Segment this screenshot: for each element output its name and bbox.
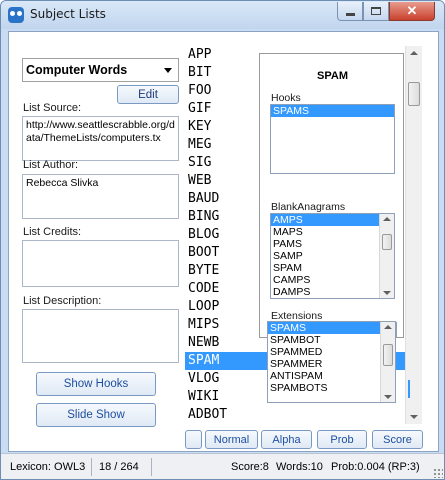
word-info-panel: SPAM Hooks SPAMS BlankAnagrams AMPS MAPS… xyxy=(259,53,404,338)
list-item[interactable]: MAPS xyxy=(271,226,394,238)
list-item[interactable]: AMPS xyxy=(271,214,394,226)
title-bar[interactable]: Subject Lists ✕ xyxy=(1,1,444,29)
extensions-scrollbar[interactable] xyxy=(380,322,395,402)
status-bar: Lexicon: OWL3 18 / 264 Score:8 Words:10 … xyxy=(1,453,444,479)
close-button[interactable]: ✕ xyxy=(389,2,435,21)
list-item[interactable]: SPAMS xyxy=(268,322,395,334)
scroll-thumb[interactable] xyxy=(382,234,392,250)
scroll-down-icon[interactable] xyxy=(384,395,392,399)
selection-marker xyxy=(408,380,410,398)
list-item[interactable]: SAMP xyxy=(271,250,394,262)
word-list-scrollbar[interactable] xyxy=(405,46,422,424)
subject-lists-window: Subject Lists ✕ Computer Words Edit List… xyxy=(0,0,445,480)
sort-normal-button[interactable]: Normal xyxy=(205,430,258,449)
client-area: Computer Words Edit List Source: http://… xyxy=(8,31,439,452)
list-item[interactable]: SPAMBOT xyxy=(268,334,395,346)
show-hooks-button[interactable]: Show Hooks xyxy=(36,372,156,396)
maximize-button[interactable] xyxy=(363,2,389,21)
list-item[interactable]: PAMS xyxy=(271,238,394,250)
status-prob: Prob:0.004 (RP:3) xyxy=(331,461,420,473)
scroll-up-icon[interactable] xyxy=(383,217,391,221)
list-item[interactable]: CAMPS xyxy=(271,274,394,286)
edit-button[interactable]: Edit xyxy=(117,85,179,104)
maximize-icon xyxy=(371,7,381,15)
list-source-label: List Source: xyxy=(23,102,82,114)
hooks-label: Hooks xyxy=(271,92,301,104)
scroll-thumb[interactable] xyxy=(408,82,420,106)
chevron-down-icon xyxy=(164,68,172,73)
status-words: Words:10 xyxy=(276,461,323,473)
slide-show-button[interactable]: Slide Show xyxy=(36,403,156,427)
list-select-value: Computer Words xyxy=(26,63,128,77)
list-credits-field[interactable] xyxy=(22,240,179,287)
scroll-thumb[interactable] xyxy=(383,344,393,366)
list-item[interactable]: ADBOT xyxy=(185,406,407,424)
scroll-down-icon[interactable] xyxy=(410,415,418,419)
status-lexicon: Lexicon: OWL3 xyxy=(10,461,86,473)
list-item[interactable]: DAMPS xyxy=(271,286,394,298)
scroll-up-icon[interactable] xyxy=(384,325,392,329)
scroll-up-icon[interactable] xyxy=(410,51,418,55)
list-item[interactable]: SPAMBOTS xyxy=(268,382,395,394)
sort-score-button[interactable]: Score xyxy=(372,430,423,449)
list-select[interactable]: Computer Words xyxy=(22,58,179,82)
close-icon: ✕ xyxy=(406,3,418,18)
list-credits-label: List Credits: xyxy=(23,226,82,238)
list-item[interactable]: SPAMS xyxy=(271,105,394,117)
list-item[interactable]: SPAMMER xyxy=(268,358,395,370)
minimize-icon xyxy=(345,12,355,16)
blankanagrams-label: BlankAnagrams xyxy=(271,201,346,213)
blankanagrams-list[interactable]: AMPS MAPS PAMS SAMP SPAM CAMPS DAMPS xyxy=(270,213,395,299)
owl-icon xyxy=(8,7,24,23)
minimize-button[interactable] xyxy=(337,2,363,21)
sort-alpha-button[interactable]: Alpha xyxy=(261,430,312,449)
status-position: 18 / 264 xyxy=(99,461,139,473)
sort-blank-button[interactable] xyxy=(185,430,202,449)
list-item[interactable]: SPAMMED xyxy=(268,346,395,358)
status-divider xyxy=(151,458,152,476)
hooks-list[interactable]: SPAMS xyxy=(270,104,395,174)
blankanagrams-scrollbar[interactable] xyxy=(379,214,394,298)
list-author-field[interactable]: Rebecca Slivka xyxy=(22,174,179,219)
list-source-field[interactable]: http://www.seattlescrabble.org/data/Them… xyxy=(22,116,179,161)
list-author-label: List Author: xyxy=(23,159,79,171)
scroll-down-icon[interactable] xyxy=(383,291,391,295)
window-title: Subject Lists xyxy=(30,7,106,21)
extensions-list[interactable]: SPAMS SPAMBOT SPAMMED SPAMMER ANTISPAM S… xyxy=(267,321,396,403)
list-description-field[interactable] xyxy=(22,309,179,363)
sort-prob-button[interactable]: Prob xyxy=(317,430,367,449)
list-description-label: List Description: xyxy=(23,295,102,307)
status-score: Score:8 xyxy=(231,461,269,473)
list-item[interactable]: SPAM xyxy=(271,262,394,274)
resize-grip-icon[interactable] xyxy=(433,468,443,478)
info-word-title: SPAM xyxy=(317,70,348,82)
status-divider xyxy=(91,458,92,476)
list-item[interactable]: ANTISPAM xyxy=(268,370,395,382)
